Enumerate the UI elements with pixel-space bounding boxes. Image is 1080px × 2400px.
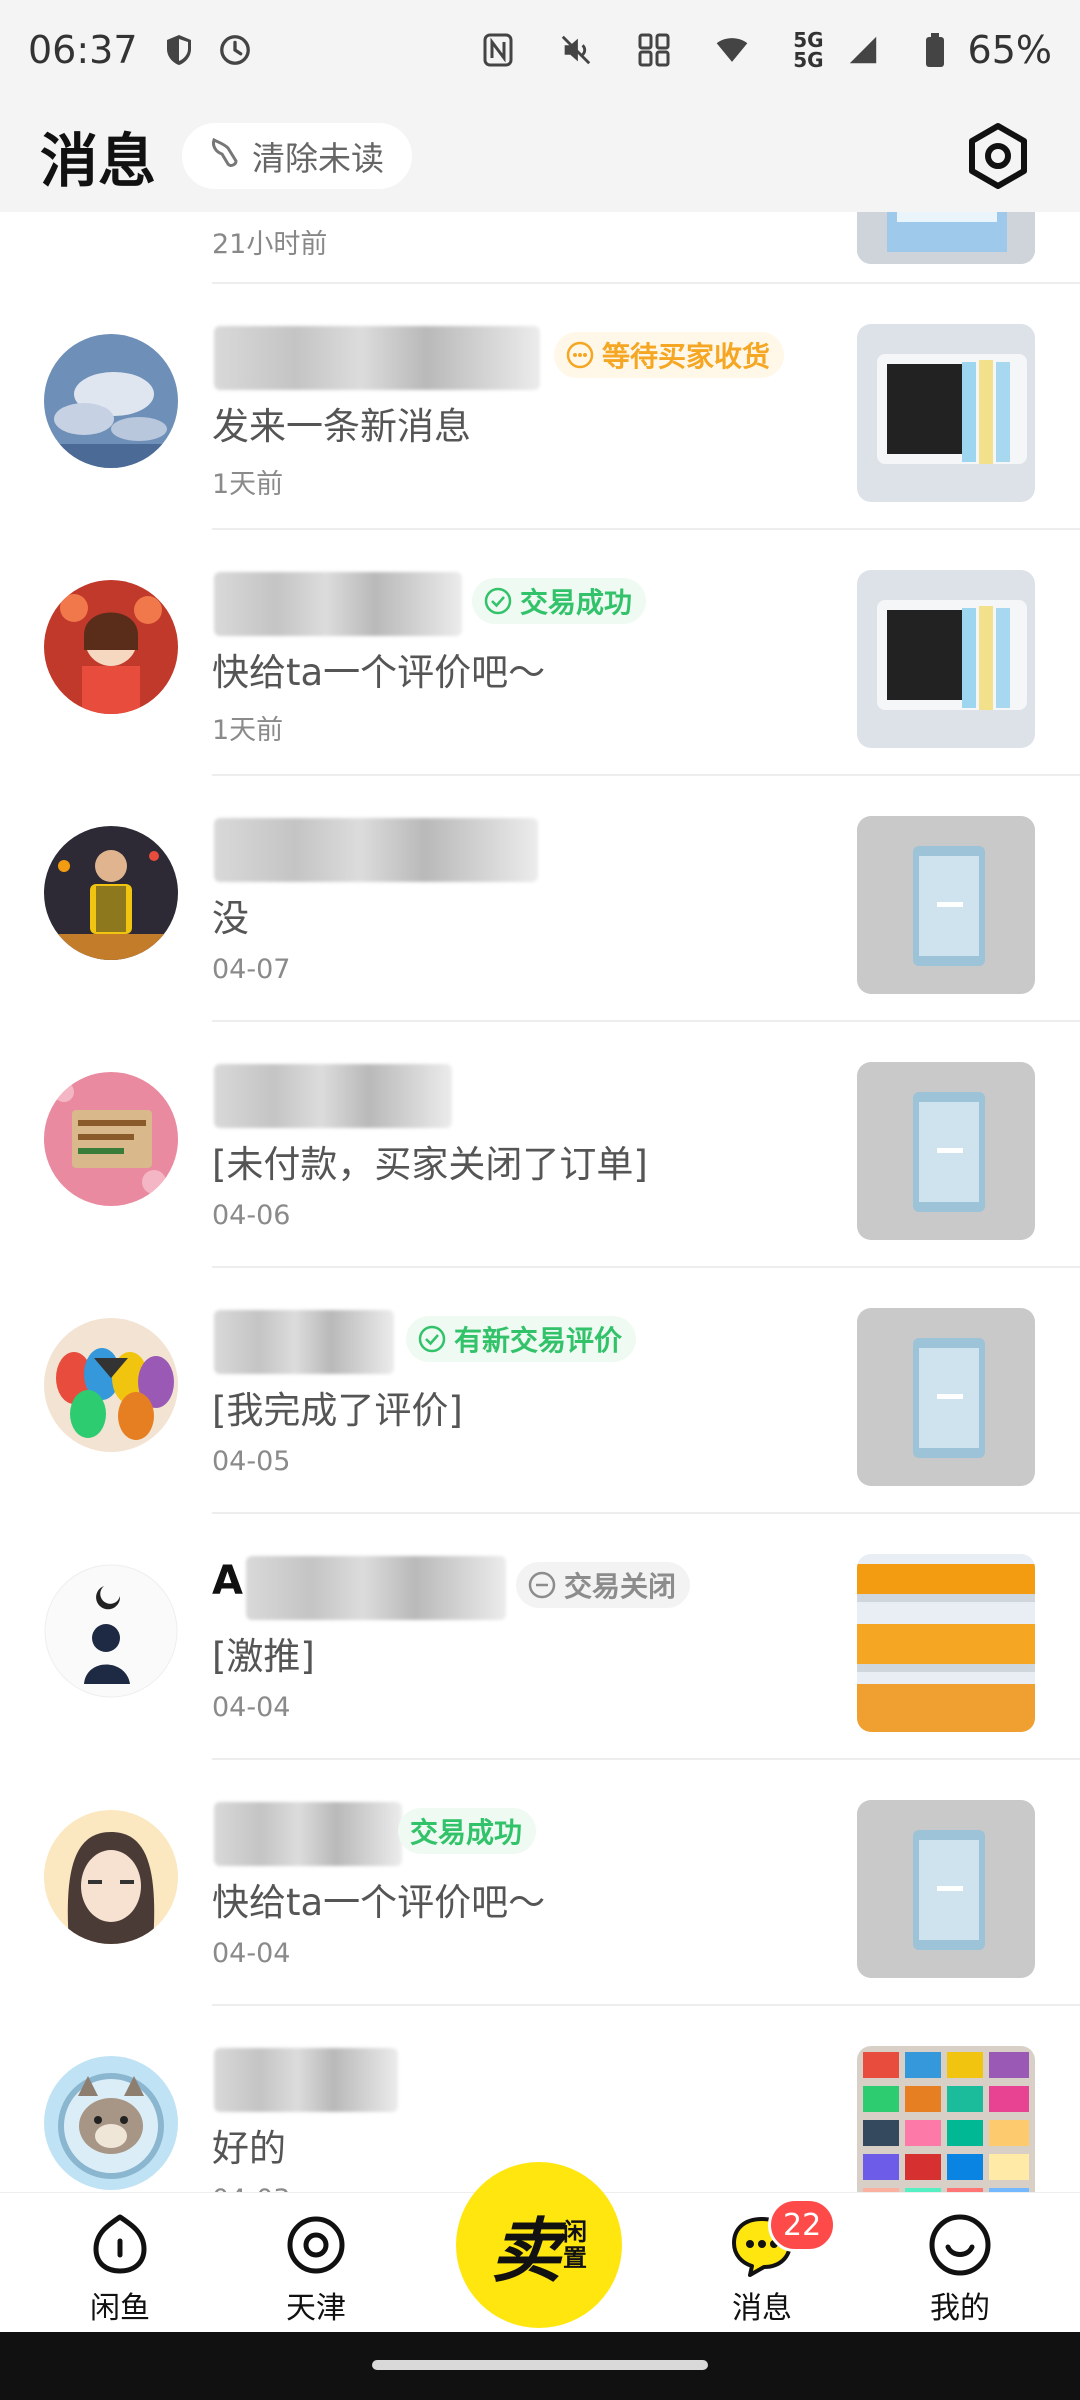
status-time: 06:37 (28, 28, 138, 72)
avatar[interactable] (44, 1318, 178, 1452)
page-header: 消息 清除未读 (0, 100, 1080, 212)
nfc-icon (481, 33, 515, 67)
status-badge: 交易关闭 (516, 1562, 691, 1608)
message-preview: 没 (212, 897, 249, 940)
list-item[interactable]: 交易成功 快给ta一个评价吧～ 04-04 (0, 1760, 1080, 2004)
clear-unread-label: 清除未读 (252, 139, 385, 178)
avatar[interactable] (44, 1072, 178, 1206)
conversation-time: 04-03 (212, 2184, 290, 2192)
fish-home-icon (93, 2214, 147, 2274)
item-thumbnail[interactable] (857, 1554, 1035, 1732)
blurred-username (214, 818, 538, 882)
item-thumbnail[interactable] (857, 324, 1035, 502)
list-item[interactable]: 21小时前 (0, 212, 1080, 282)
item-thumbnail[interactable] (857, 1062, 1035, 1240)
message-preview: [未付款，买家关闭了订单] (212, 1143, 648, 1186)
system-navigation-bar (0, 2332, 1080, 2400)
status-badge: 交易成功 (472, 578, 647, 624)
sell-label: 卖 (491, 2209, 561, 2292)
list-item[interactable]: 交易成功 快给ta一个评价吧～ 1天前 (0, 530, 1080, 774)
list-item[interactable]: [未付款，买家关闭了订单] 04-06 (0, 1022, 1080, 1266)
home-gesture-handle[interactable] (372, 2360, 708, 2370)
message-preview: [激推] (212, 1635, 315, 1678)
check-circle-icon (418, 1325, 446, 1353)
alarm-clock-icon (218, 33, 252, 67)
item-thumbnail (857, 212, 1035, 264)
settings-icon (969, 123, 1027, 189)
message-preview: 发来一条新消息 (212, 405, 471, 448)
list-item[interactable]: 等待买家收货 发来一条新消息 1天前 (0, 284, 1080, 528)
unread-count-badge: 22 (768, 2198, 837, 2252)
tab-city[interactable]: 天津 (256, 2213, 376, 2327)
qr-data-icon (637, 33, 671, 67)
minus-circle-icon (528, 1571, 556, 1599)
conversation-time: 1天前 (212, 715, 284, 746)
item-thumbnail[interactable] (857, 570, 1035, 748)
conversation-time: 21小时前 (212, 229, 328, 260)
settings-button[interactable] (964, 122, 1032, 190)
blurred-username (214, 572, 462, 636)
blurred-username (214, 1064, 452, 1128)
conversation-time: 1天前 (212, 469, 284, 500)
item-thumbnail[interactable] (857, 1308, 1035, 1486)
signal-icon (846, 33, 880, 67)
tab-home[interactable]: 闲鱼 (60, 2213, 180, 2327)
avatar[interactable] (44, 580, 178, 714)
wifi-icon (715, 33, 749, 67)
conversation-time: 04-05 (212, 1446, 291, 1477)
username-visible-part: A (212, 1558, 243, 1604)
item-thumbnail[interactable] (857, 1800, 1035, 1978)
message-preview: 好的 (212, 2127, 286, 2170)
avatar[interactable] (44, 1810, 178, 1944)
blurred-username (214, 1310, 394, 1374)
app-root: 06:37 5G 5G 65% 消息 清除未读 21小时前 等待买家收货 发来一… (0, 0, 1080, 2400)
message-preview: [我完成了评价] (212, 1389, 463, 1432)
clear-unread-button[interactable]: 清除未读 (182, 123, 413, 189)
status-bar: 06:37 5G 5G 65% (0, 0, 1080, 100)
list-item[interactable]: 没 04-07 (0, 776, 1080, 1020)
blurred-username (214, 1802, 402, 1866)
network-type: 5G 5G (793, 28, 824, 72)
battery-percent: 65% (967, 28, 1052, 72)
mute-icon (559, 33, 593, 67)
battery-icon (924, 33, 946, 67)
broom-icon (206, 134, 242, 178)
page-title: 消息 (40, 127, 157, 195)
list-item[interactable]: 有新交易评价 [我完成了评价] 04-05 (0, 1268, 1080, 1512)
conversation-time: 04-04 (212, 1692, 291, 1723)
sell-button[interactable]: 卖 闲 置 (456, 2162, 622, 2328)
tab-mine[interactable]: 我的 (900, 2213, 1020, 2327)
avatar[interactable] (44, 826, 178, 960)
ellipsis-icon (566, 341, 594, 369)
conversation-time: 04-04 (212, 1938, 291, 1969)
avatar[interactable] (44, 334, 178, 468)
location-icon (287, 2216, 345, 2274)
status-badge: 交易成功 (398, 1808, 537, 1854)
avatar[interactable] (44, 2056, 178, 2190)
conversation-list[interactable]: 21小时前 等待买家收货 发来一条新消息 1天前 交易成功 快给ta一个评价吧～… (0, 212, 1080, 2192)
blurred-username (214, 2048, 398, 2112)
message-preview: 快给ta一个评价吧～ (212, 1881, 546, 1924)
status-badge: 有新交易评价 (406, 1316, 637, 1362)
conversation-time: 04-07 (212, 954, 291, 985)
conversation-time: 04-06 (212, 1200, 291, 1231)
shield-icon (162, 33, 196, 67)
smile-profile-icon (929, 2214, 991, 2276)
blurred-username (246, 1556, 506, 1620)
message-preview: 快给ta一个评价吧～ (212, 651, 546, 694)
list-item[interactable]: A 交易关闭 [激推] 04-04 (0, 1514, 1080, 1758)
item-thumbnail[interactable] (857, 816, 1035, 994)
avatar[interactable] (44, 1564, 178, 1698)
blurred-username (214, 326, 540, 390)
check-circle-icon (484, 587, 512, 615)
sell-sublabel: 闲 置 (563, 2218, 587, 2272)
status-badge: 等待买家收货 (554, 332, 785, 378)
item-thumbnail[interactable] (857, 2046, 1035, 2192)
